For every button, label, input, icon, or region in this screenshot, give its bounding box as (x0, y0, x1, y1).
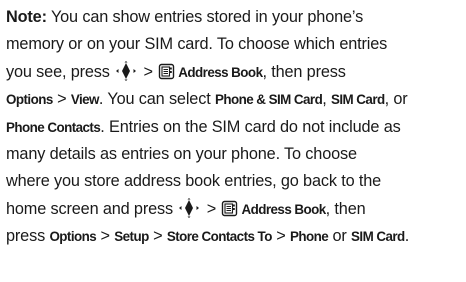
text-line-2: memory or on your SIM card. To choose wh… (6, 35, 388, 54)
text-line-6: many details as entries on your phone. T… (6, 144, 357, 163)
navigation-key-icon (116, 60, 137, 81)
view-label: View (70, 92, 100, 108)
phone-label: Phone (289, 229, 329, 245)
text-line-7: where you store address book entries, go… (6, 172, 382, 191)
address-book-icon (222, 200, 238, 216)
navigation-key-icon (179, 197, 200, 218)
sim-card-label: SIM Card (330, 92, 385, 108)
address-book-label: Address Book (241, 201, 326, 217)
text-line-1: Note: You can show entries stored in you… (6, 8, 364, 26)
manual-page: Note: You can show entries stored in you… (0, 0, 466, 282)
text-line-5: Phone Contacts. Entries on the SIM card … (6, 117, 401, 136)
text-line-4: Options > View. You can select Phone & S… (6, 90, 408, 109)
text-line-8: home screen and press > Address Book, th… (6, 197, 366, 218)
address-book-label: Address Book (178, 64, 263, 80)
setup-label: Setup (114, 229, 149, 245)
note-label: Note: (6, 8, 47, 26)
text-line-3: you see, press > Address Book, then pres… (6, 60, 346, 81)
text-line-9: press Options > Setup > Store Contacts T… (6, 227, 410, 246)
options-label: Options (6, 92, 53, 108)
phone-contacts-label: Phone Contacts (6, 119, 101, 135)
store-contacts-to-label: Store Contacts To (166, 229, 273, 245)
options-label: Options (49, 229, 97, 245)
sim-card-label: SIM Card (351, 229, 405, 245)
phone-sim-card-label: Phone & SIM Card (214, 92, 323, 108)
address-book-icon (159, 63, 175, 79)
